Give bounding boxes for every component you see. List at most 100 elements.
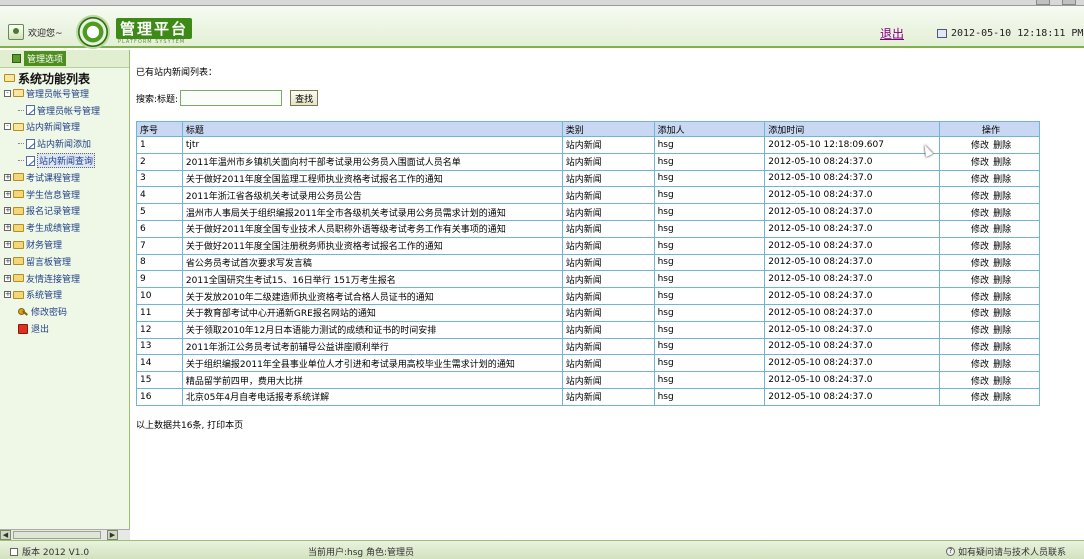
tree-node-student-info[interactable]: + 学生信息管理 xyxy=(4,186,129,203)
cell-title: 关于做好2011年度全国注册税务师执业资格考试报名工作的通知 xyxy=(181,236,563,255)
delete-link[interactable]: 删除 xyxy=(993,242,1011,252)
exit-item[interactable]: 退出 xyxy=(4,320,129,337)
scroll-right-icon[interactable]: ▶ xyxy=(107,530,118,540)
edit-link[interactable]: 修改 xyxy=(971,309,989,319)
expand-icon[interactable]: + xyxy=(4,207,11,215)
maximize-icon[interactable] xyxy=(1062,0,1076,5)
column-header-no: 序号 xyxy=(136,121,183,137)
edit-link[interactable]: 修改 xyxy=(971,377,989,387)
column-header-time: 添加时间 xyxy=(764,121,941,137)
delete-link[interactable]: 删除 xyxy=(993,360,1011,370)
scroll-thumb[interactable] xyxy=(13,531,101,539)
tree-node-news[interactable]: - 站内新闻管理 xyxy=(4,119,129,136)
cell-actions: 修改 删除 xyxy=(939,337,1040,356)
search-input[interactable] xyxy=(180,90,283,106)
edit-link[interactable]: 修改 xyxy=(971,242,989,252)
delete-link[interactable]: 删除 xyxy=(993,225,1011,235)
folder-icon xyxy=(13,274,24,283)
tree-node-label: 站内新闻管理 xyxy=(26,123,81,134)
cell-no: 12 xyxy=(136,320,183,339)
tree-root[interactable]: 系统功能列表 xyxy=(4,71,129,86)
collapse-icon[interactable]: - xyxy=(4,89,11,97)
edit-link[interactable]: 修改 xyxy=(971,343,989,353)
column-header-actions: 操作 xyxy=(939,121,1040,137)
edit-link[interactable]: 修改 xyxy=(971,175,989,185)
delete-link[interactable]: 删除 xyxy=(993,141,1011,151)
table-row: 1 tjtr 站内新闻 hsg 2012-05-10 12:18:09.607 修改 删除 xyxy=(136,136,1040,154)
tree-leaf-news-add[interactable]: 站内新闻添加 xyxy=(4,135,129,152)
cell-no: 2 xyxy=(136,152,183,171)
tree-node-exam-course[interactable]: + 考试课程管理 xyxy=(4,169,129,186)
edit-link[interactable]: 修改 xyxy=(971,276,989,286)
edit-link[interactable]: 修改 xyxy=(971,326,989,336)
table-row: 7 关于做好2011年度全国注册税务师执业资格考试报名工作的通知 站内新闻 hsg 20… xyxy=(136,236,1040,255)
delete-link[interactable]: 删除 xyxy=(993,209,1011,219)
tree-leaf-admin-account[interactable]: 管理员帐号管理 xyxy=(4,102,129,119)
cell-title: 温州市人事局关于组织编报2011年全市各级机关考试录用公务员需求计划的通知 xyxy=(181,203,563,221)
tree-node-system[interactable]: + 系统管理 xyxy=(4,287,129,304)
cell-no: 6 xyxy=(136,219,183,238)
delete-link[interactable]: 删除 xyxy=(993,192,1011,202)
tree-leaf-label: 站内新闻查询 xyxy=(37,153,96,169)
delete-link[interactable]: 删除 xyxy=(993,326,1011,336)
cell-time: 2012-05-10 08:24:37.0 xyxy=(764,253,941,272)
edit-link[interactable]: 修改 xyxy=(971,158,989,168)
change-password-item[interactable]: 修改密码 xyxy=(4,303,129,320)
cell-title: 2011全国研究生考试15、16日举行 151万考生报名 xyxy=(181,270,563,289)
header: 欢迎您~ 管理平台 PLATFORM SYSYTEM 退出 2012-05-10… xyxy=(0,6,1084,49)
cell-author: hsg xyxy=(653,337,766,356)
delete-link[interactable]: 删除 xyxy=(993,377,1011,387)
expand-icon[interactable]: + xyxy=(4,224,11,232)
edit-link[interactable]: 修改 xyxy=(971,259,989,269)
cell-actions: 修改 删除 xyxy=(939,320,1040,339)
column-header-author: 添加人 xyxy=(653,121,766,137)
sidebar-scrollbar[interactable]: ◀ ▶ xyxy=(0,529,130,540)
logout-link[interactable]: 退出 xyxy=(880,25,904,42)
table-row: 8 省公务员考试首次要求写发言稿 站内新闻 hsg 2012-05-10 08:24:3… xyxy=(136,253,1040,272)
expand-icon[interactable]: + xyxy=(4,291,11,299)
expand-icon[interactable]: + xyxy=(4,190,11,198)
delete-link[interactable]: 删除 xyxy=(993,259,1011,269)
exit-label: 退出 xyxy=(31,325,50,336)
tree-node-scores[interactable]: + 考生成绩管理 xyxy=(4,219,129,236)
news-table-body: 1 tjtr 站内新闻 hsg 2012-05-10 12:18:09.607 修改 删除 2… xyxy=(136,136,1040,406)
edit-link[interactable]: 修改 xyxy=(971,209,989,219)
delete-link[interactable]: 删除 xyxy=(993,309,1011,319)
expand-icon[interactable]: + xyxy=(4,274,11,282)
expand-icon[interactable]: + xyxy=(4,173,11,181)
cell-title: 关于做好2011年度全国监理工程师执业资格考试报名工作的通知 xyxy=(181,169,563,188)
tree-node-links[interactable]: + 友情连接管理 xyxy=(4,270,129,287)
delete-link[interactable]: 删除 xyxy=(993,276,1011,286)
expand-icon[interactable]: + xyxy=(4,257,11,265)
delete-link[interactable]: 删除 xyxy=(993,158,1011,168)
edit-link[interactable]: 修改 xyxy=(971,360,989,370)
tree-leaf-news-query[interactable]: 站内新闻查询 xyxy=(4,152,129,169)
delete-link[interactable]: 删除 xyxy=(993,343,1011,353)
sidebar-header-label[interactable]: 管理选项 xyxy=(24,51,67,66)
edit-link[interactable]: 修改 xyxy=(971,293,989,303)
edit-link[interactable]: 修改 xyxy=(971,393,989,403)
cell-no: 7 xyxy=(136,236,183,255)
folder-open-icon xyxy=(4,74,15,82)
cell-category: 站内新闻 xyxy=(561,287,655,305)
collapse-icon[interactable]: - xyxy=(4,123,11,131)
folder-icon xyxy=(13,190,24,199)
cell-category: 站内新闻 xyxy=(561,253,655,272)
tree-node-finance[interactable]: + 财务管理 xyxy=(4,236,129,253)
minimize-icon[interactable] xyxy=(1036,0,1050,5)
search-button[interactable]: 查找 xyxy=(290,90,319,106)
table-row: 13 2011年浙江公务员考试考前辅导公益讲座顺利举行 站内新闻 hsg 2012-05… xyxy=(136,337,1040,356)
edit-link[interactable]: 修改 xyxy=(971,225,989,235)
tree-node-admin-account[interactable]: - 管理员帐号管理 xyxy=(4,85,129,102)
delete-link[interactable]: 删除 xyxy=(993,175,1011,185)
cell-time: 2012-05-10 08:24:37.0 xyxy=(764,387,941,406)
tree-node-guestbook[interactable]: + 留言板管理 xyxy=(4,253,129,270)
scroll-left-icon[interactable]: ◀ xyxy=(0,530,11,540)
delete-link[interactable]: 删除 xyxy=(993,293,1011,303)
expand-icon[interactable]: + xyxy=(4,241,11,249)
delete-link[interactable]: 删除 xyxy=(993,393,1011,403)
edit-link[interactable]: 修改 xyxy=(971,141,989,151)
edit-link[interactable]: 修改 xyxy=(971,192,989,202)
tree-node-registration[interactable]: + 报名记录管理 xyxy=(4,203,129,220)
cell-title: 精品留学前四甲，费用大比拼 xyxy=(181,371,563,389)
